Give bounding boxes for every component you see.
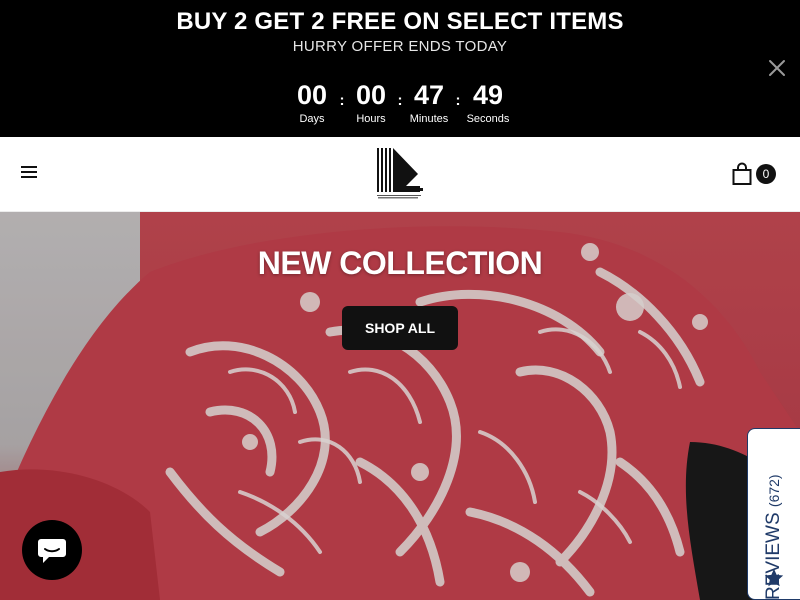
hamburger-menu-icon[interactable] [21, 166, 39, 182]
close-icon[interactable] [766, 57, 788, 79]
countdown-days-label: Days [299, 113, 325, 125]
countdown-minutes-label: Minutes [409, 113, 449, 125]
reviews-side-tab[interactable]: REVIEWS (672) [747, 428, 800, 600]
countdown-hours-label: Hours [356, 113, 386, 125]
hero-banner: NEW COLLECTION SHOP ALL [0, 212, 800, 600]
star-icon [763, 567, 785, 594]
countdown-seconds: 49 Seconds [458, 80, 518, 127]
countdown-days: 00 Days [282, 80, 342, 127]
cart-button[interactable]: 0 [729, 161, 779, 189]
cart-count-badge: 0 [756, 164, 776, 184]
brand-logo[interactable] [376, 148, 426, 200]
site-header: 0 [0, 137, 800, 212]
hero-title: NEW COLLECTION [257, 245, 543, 281]
shopping-bag-icon [731, 162, 753, 191]
promo-bar: BUY 2 GET 2 FREE ON SELECT ITEMS HURRY O… [0, 0, 800, 137]
countdown-hours: 00 Hours [341, 80, 401, 127]
countdown-minutes: 47 Minutes [399, 80, 459, 127]
countdown-seconds-label: Seconds [466, 113, 510, 125]
chat-bubble-icon[interactable] [22, 520, 82, 580]
countdown-timer: 00 Days : 00 Hours : 47 Minutes : 49 Sec… [0, 80, 800, 128]
countdown-hours-value: 00 [355, 80, 387, 110]
countdown-days-value: 00 [296, 80, 328, 110]
countdown-seconds-value: 49 [472, 80, 504, 110]
promo-subtitle: HURRY OFFER ENDS TODAY [292, 38, 508, 55]
promo-title: BUY 2 GET 2 FREE ON SELECT ITEMS [176, 8, 624, 35]
reviews-count: (672) [766, 474, 782, 508]
shop-all-button[interactable]: SHOP ALL [342, 306, 458, 350]
countdown-minutes-value: 47 [413, 80, 445, 110]
